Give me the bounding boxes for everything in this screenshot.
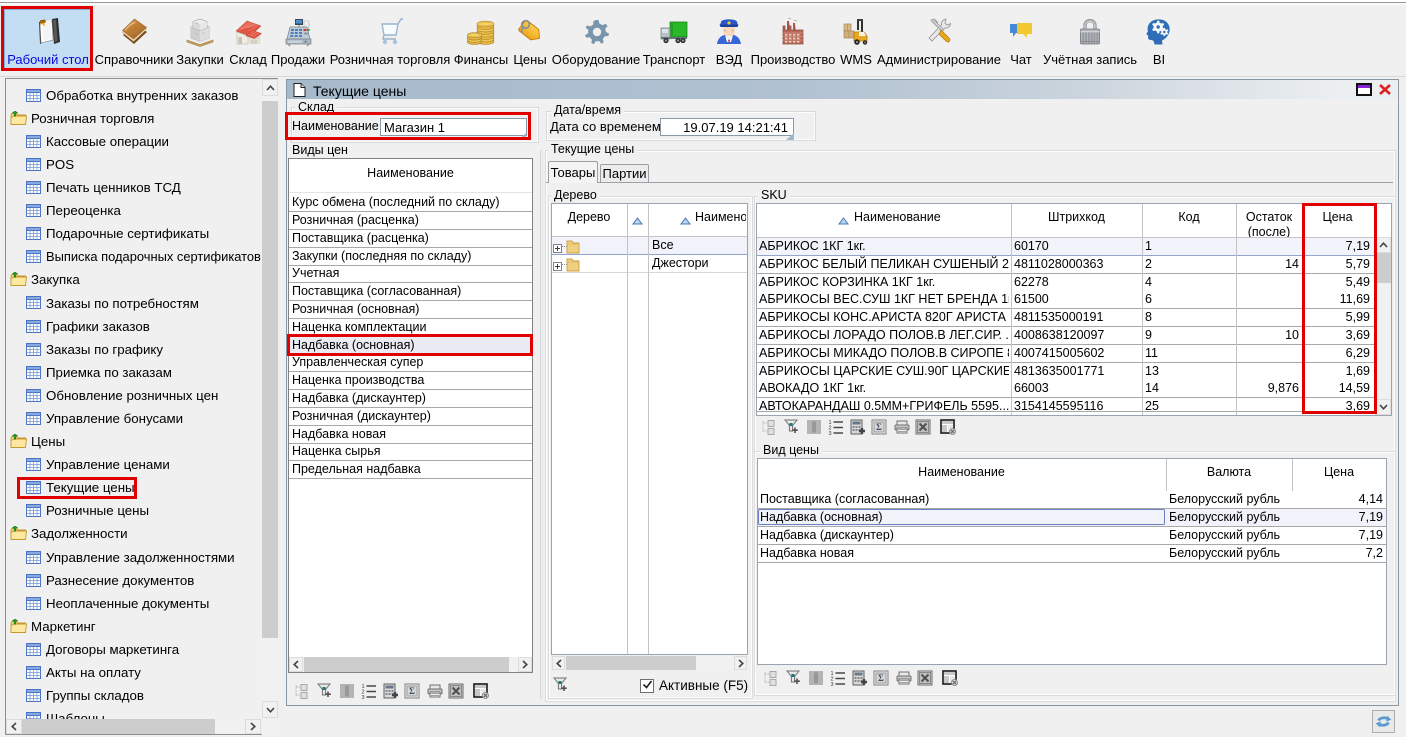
svg-text:Σ: Σ (409, 686, 415, 696)
svg-text:3: 3 (831, 682, 834, 686)
svg-text:3: 3 (362, 695, 365, 699)
svg-text:Σ: Σ (876, 422, 882, 432)
svg-text:Σ: Σ (878, 673, 884, 683)
svg-text:3: 3 (829, 431, 832, 435)
